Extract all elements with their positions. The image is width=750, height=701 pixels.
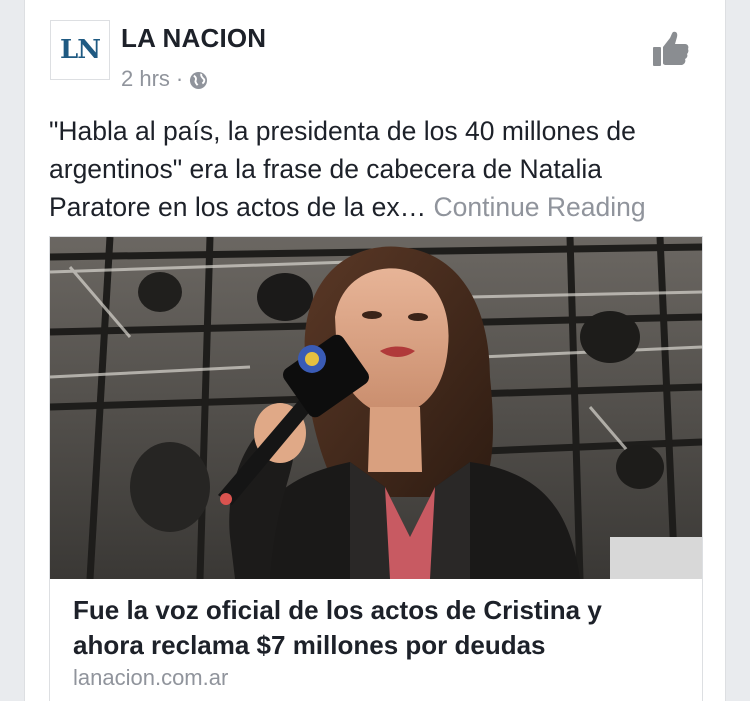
globe-icon bbox=[189, 70, 208, 89]
link-attachment[interactable]: Fue la voz oficial de los actos de Crist… bbox=[49, 236, 703, 701]
meta-separator: · bbox=[175, 66, 184, 91]
page-avatar[interactable]: LN bbox=[50, 20, 110, 80]
link-domain: lanacion.com.ar bbox=[73, 665, 229, 690]
post-body: "Habla al país, la presidenta de los 40 … bbox=[49, 112, 709, 226]
post-timestamp[interactable]: 2 hrs bbox=[121, 66, 170, 92]
link-headline[interactable]: Fue la voz oficial de los actos de Crist… bbox=[73, 593, 673, 663]
news-feed-post: LN LA NACION 2 hrs · "Habla al país, la … bbox=[24, 0, 726, 701]
thumbs-up-icon[interactable] bbox=[651, 30, 691, 70]
article-photo[interactable] bbox=[50, 237, 702, 579]
post-meta: 2 hrs · bbox=[121, 65, 208, 93]
continue-reading-link[interactable]: Continue Reading bbox=[433, 192, 645, 222]
page-name-link[interactable]: LA NACION bbox=[121, 23, 266, 54]
avatar-logo-text: LN bbox=[59, 35, 101, 65]
